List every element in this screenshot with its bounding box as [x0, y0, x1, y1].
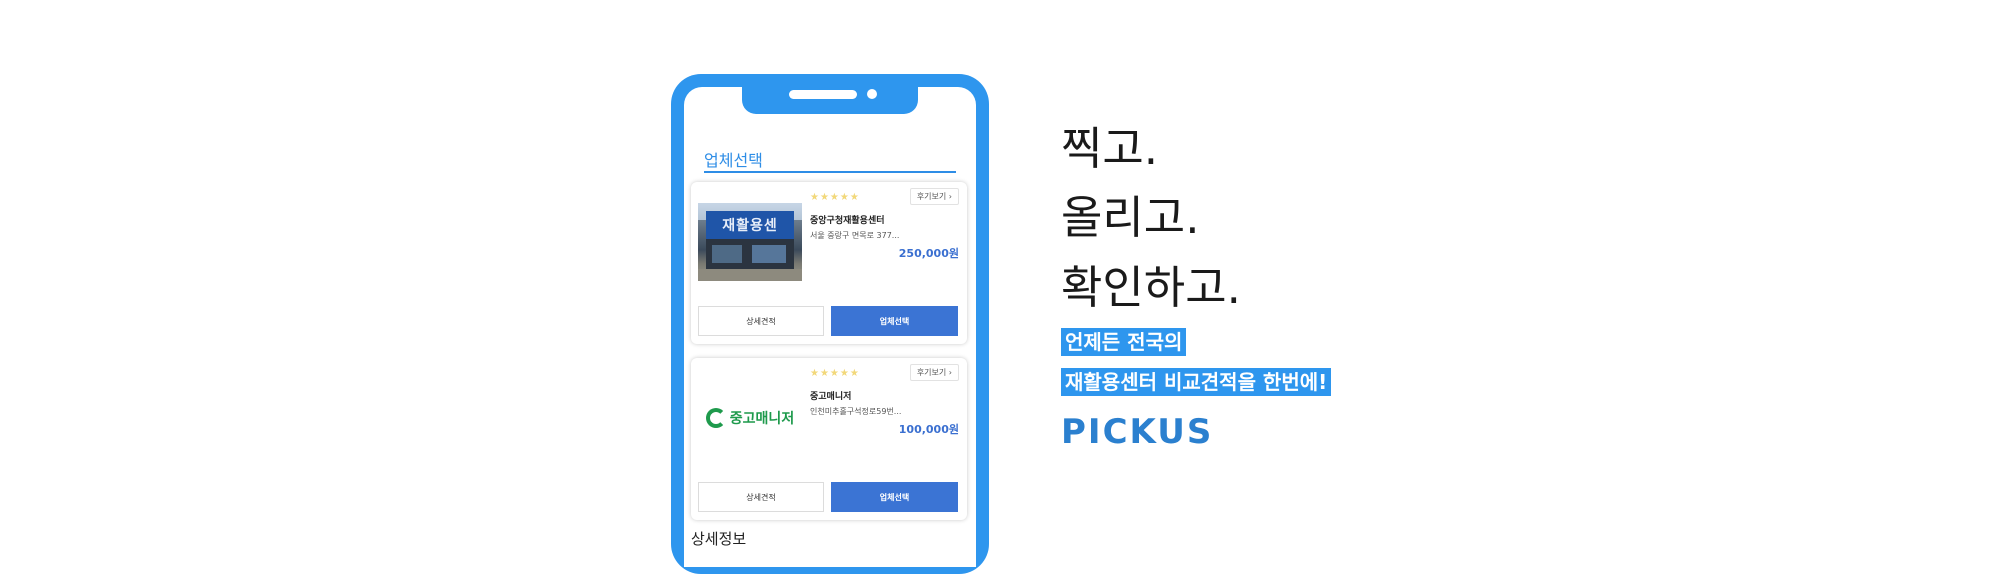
- detail-quote-button[interactable]: 상세견적: [698, 482, 824, 512]
- ground: [698, 269, 802, 281]
- vendor-photo: 재활용센: [698, 203, 802, 281]
- vendor-name: 중고매니저: [810, 392, 852, 402]
- rating-stars: ★★★★★: [810, 192, 860, 203]
- vendor-logo: 중고매니저: [698, 379, 802, 457]
- vendor-address: 인천미추홀구석정로59번...: [810, 407, 902, 416]
- rating-stars: ★★★★★: [810, 368, 860, 379]
- headline-line-2: 올리고.: [1061, 191, 1200, 244]
- highlight-line-2: 재활용센터 비교견적을 한번에!: [1061, 368, 1332, 396]
- highlight-line-1: 언제든 전국의: [1061, 328, 1187, 356]
- select-vendor-button[interactable]: 업체선택: [831, 482, 958, 512]
- phone-screen: 업체선택 ★★★★★ 후기보기 › 재활용센 중앙구청재활용센터 서울 중랑구 …: [684, 87, 976, 567]
- detail-quote-button[interactable]: 상세견적: [698, 306, 824, 336]
- section-title: 업체선택: [704, 151, 763, 170]
- logo-mark-icon: [705, 408, 726, 428]
- vendor-price: 250,000원: [898, 247, 959, 260]
- speaker-icon: [789, 90, 857, 99]
- store-window: [712, 245, 742, 263]
- phone-mockup: 업체선택 ★★★★★ 후기보기 › 재활용센 중앙구청재활용센터 서울 중랑구 …: [671, 74, 989, 574]
- store-window: [752, 245, 786, 263]
- camera-icon: [867, 89, 877, 99]
- review-button[interactable]: 후기보기 ›: [909, 188, 959, 205]
- section-underline: [704, 171, 956, 173]
- vendor-card[interactable]: ★★★★★ 후기보기 › 재활용센 중앙구청재활용센터 서울 중랑구 면목로 3…: [691, 182, 967, 344]
- review-button[interactable]: 후기보기 ›: [909, 364, 959, 381]
- logo-text: 중고매니저: [729, 411, 795, 427]
- vendor-price: 100,000원: [898, 423, 959, 436]
- detail-info-heading: 상세정보: [691, 530, 747, 548]
- headline-line-3: 확인하고.: [1061, 261, 1241, 314]
- vendor-name: 중앙구청재활용센터: [810, 216, 885, 226]
- headline-line-1: 찍고.: [1061, 122, 1159, 175]
- brand-logo: PICKUS: [1061, 412, 1214, 452]
- select-vendor-button[interactable]: 업체선택: [831, 306, 958, 336]
- vendor-address: 서울 중랑구 면목로 377...: [810, 231, 900, 240]
- vendor-card[interactable]: ★★★★★ 후기보기 › 중고매니저 중고매니저 인천미추홀구석정로59번...…: [691, 358, 967, 520]
- storefront-sign: 재활용센: [706, 211, 794, 239]
- phone-notch: [742, 74, 918, 114]
